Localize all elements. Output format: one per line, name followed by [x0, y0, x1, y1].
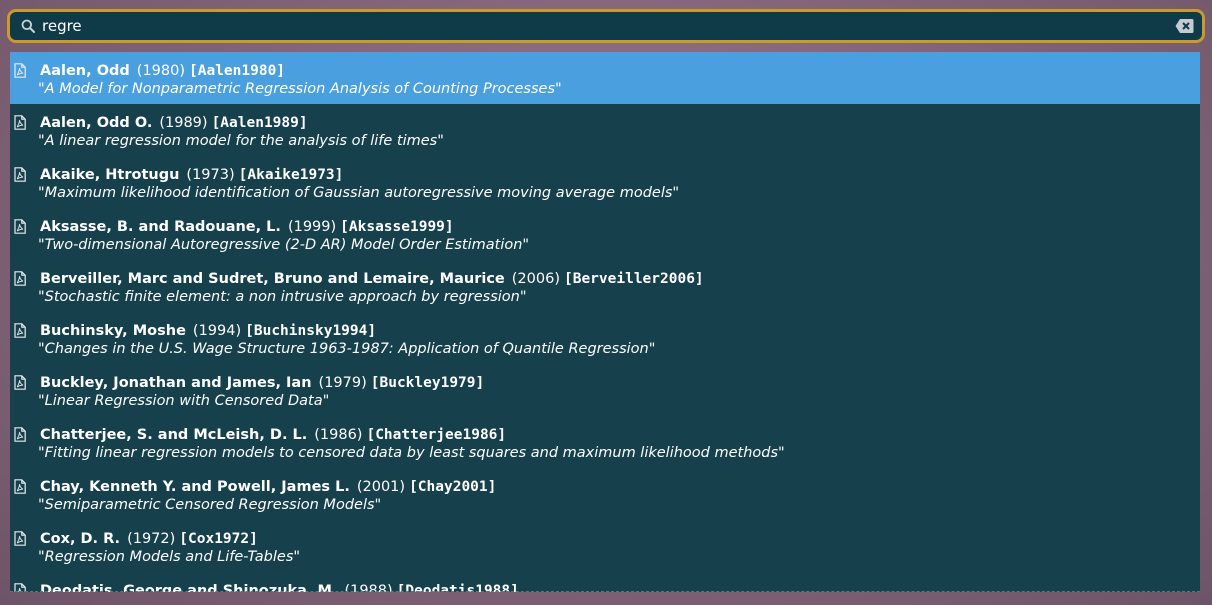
result-title: "Two-dimensional Autoregressive (2-D AR)… — [38, 237, 530, 253]
result-authors: Aalen, Odd O. — [40, 115, 153, 131]
result-title: "Maximum likelihood identification of Ga… — [38, 185, 680, 201]
result-authors: Chatterjee, S. and McLeish, D. L. — [40, 427, 308, 443]
result-year: (1986) — [314, 427, 363, 443]
result-title: "Stochastic finite element: a non intrus… — [38, 289, 527, 305]
pdf-file-icon — [14, 167, 26, 182]
result-item[interactable]: Berveiller, Marc and Sudret, Bruno and L… — [10, 260, 1200, 312]
result-title: "Fitting linear regression models to cen… — [38, 445, 785, 461]
search-input[interactable] — [42, 12, 1162, 40]
result-header: Akaike, Htrotugu (1973) [Akaike1973] — [40, 166, 1200, 184]
pdf-file-icon — [14, 115, 26, 130]
result-item[interactable]: Buchinsky, Moshe (1994) [Buchinsky1994] "Ch… — [10, 312, 1200, 364]
pdf-file-icon — [14, 531, 26, 546]
result-authors: Cox, D. R. — [40, 531, 121, 547]
result-authors: Aalen, Odd — [40, 63, 130, 79]
result-item[interactable]: Deodatis, George and Shinozuka, M. (1988)… — [10, 572, 1200, 592]
result-item[interactable]: Buckley, Jonathan and James, Ian (1979) [B… — [10, 364, 1200, 416]
results-list: Aalen, Odd (1980) [Aalen1980] "A Model for … — [10, 52, 1200, 592]
result-header: Chay, Kenneth Y. and Powell, James L. (20… — [40, 478, 1200, 496]
result-item[interactable]: Aalen, Odd (1980) [Aalen1980] "A Model for … — [10, 52, 1200, 104]
pdf-file-icon — [14, 375, 26, 390]
result-title: "A Model for Nonparametric Regression An… — [38, 81, 562, 97]
result-header: Buckley, Jonathan and James, Ian (1979) [B… — [40, 374, 1200, 392]
result-authors: Buckley, Jonathan and James, Ian — [40, 375, 312, 391]
result-year: (1972) — [127, 531, 176, 547]
clear-icon[interactable] — [1175, 18, 1194, 34]
result-year: (2001) — [356, 479, 406, 495]
result-citation-key: [Cox1972] — [179, 531, 258, 547]
result-year: (1979) — [318, 375, 367, 391]
result-title: "Linear Regression with Censored Data" — [38, 393, 330, 409]
pdf-file-icon — [14, 323, 26, 338]
result-citation-key: [Chay2001] — [409, 479, 497, 495]
result-authors: Chay, Kenneth Y. and Powell, James L. — [40, 479, 350, 495]
pdf-file-icon — [14, 479, 26, 494]
result-year: (1973) — [186, 167, 235, 183]
result-header: Chatterjee, S. and McLeish, D. L. (1986)[… — [40, 426, 1200, 444]
result-header: Aalen, Odd O. (1989) [Aalen1989] — [40, 114, 1200, 132]
result-header: Buchinsky, Moshe (1994) [Buchinsky1994] — [40, 322, 1200, 340]
result-title: "Changes in the U.S. Wage Structure 1963… — [38, 341, 656, 357]
result-authors: Aksasse, B. and Radouane, L. — [40, 219, 281, 235]
result-title: "A linear regression model for the analy… — [38, 133, 444, 149]
result-citation-key: [Buckley1979] — [370, 375, 485, 391]
result-item[interactable]: Akaike, Htrotugu (1973) [Akaike1973] "Maxim… — [10, 156, 1200, 208]
result-authors: Berveiller, Marc and Sudret, Bruno and L… — [40, 271, 505, 287]
result-title: "Semiparametric Censored Regression Mode… — [38, 497, 382, 513]
result-citation-key: [Aksasse1999] — [340, 219, 454, 235]
result-citation-key: [Aalen1989] — [211, 115, 308, 131]
result-authors: Buchinsky, Moshe — [40, 323, 186, 339]
pdf-file-icon — [14, 219, 26, 234]
search-bar[interactable] — [7, 9, 1205, 43]
result-year: (1994) — [192, 323, 242, 339]
list-bottom-divider — [10, 591, 1200, 593]
result-year: (1989) — [159, 115, 208, 131]
pdf-file-icon — [14, 63, 26, 78]
result-year: (1980) — [136, 63, 185, 79]
result-title: "Regression Models and Life-Tables" — [38, 549, 301, 565]
result-item[interactable]: Cox, D. R. (1972) [Cox1972] "Regression Mod… — [10, 520, 1200, 572]
result-item[interactable]: Aalen, Odd O. (1989) [Aalen1989] "A linear … — [10, 104, 1200, 156]
result-header: Cox, D. R. (1972) [Cox1972] — [40, 530, 1200, 548]
result-citation-key: [Aalen1980] — [189, 63, 286, 79]
pdf-file-icon — [14, 271, 26, 286]
result-authors: Akaike, Htrotugu — [40, 167, 180, 183]
result-item[interactable]: Chatterjee, S. and McLeish, D. L. (1986)[… — [10, 416, 1200, 468]
result-header: Aksasse, B. and Radouane, L. (1999) [Aksas… — [40, 218, 1200, 236]
search-icon — [21, 19, 35, 33]
result-item[interactable]: Chay, Kenneth Y. and Powell, James L. (20… — [10, 468, 1200, 520]
result-item[interactable]: Aksasse, B. and Radouane, L. (1999) [Aksas… — [10, 208, 1200, 260]
pdf-file-icon — [14, 427, 26, 442]
result-year: (2006) — [511, 271, 560, 287]
result-header: Aalen, Odd (1980) [Aalen1980] — [40, 62, 1200, 80]
result-citation-key: [Chatterjee1986] — [366, 427, 507, 443]
result-citation-key: [Buchinsky1994] — [245, 323, 377, 339]
result-header: Berveiller, Marc and Sudret, Bruno and L… — [40, 270, 1200, 288]
result-year: (1999) — [287, 219, 337, 235]
launcher-window: Aalen, Odd (1980)[Aalen1980] "A Model for … — [0, 0, 1212, 605]
result-citation-key: [Berveiller2006] — [563, 271, 704, 287]
result-citation-key: [Akaike1973] — [238, 167, 344, 183]
